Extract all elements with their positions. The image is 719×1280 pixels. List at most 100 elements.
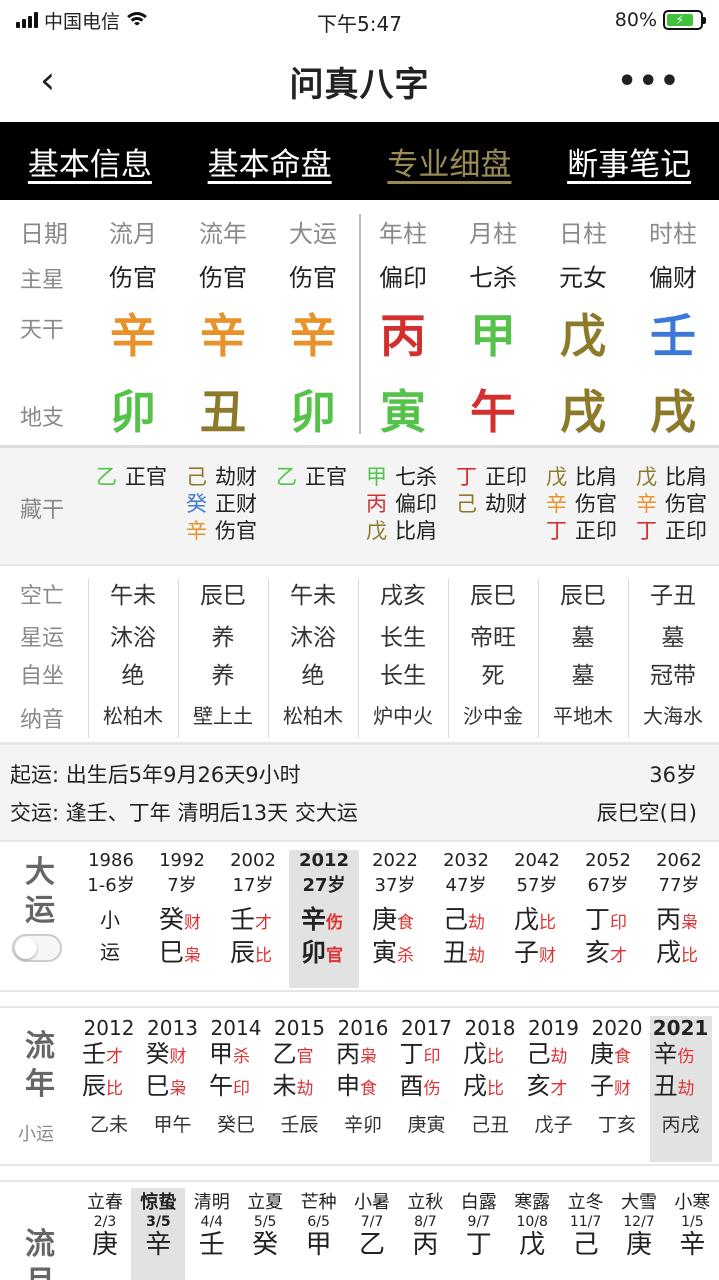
- ganzhi-line: 戊比: [463, 1040, 521, 1072]
- dayun-col-2022[interactable]: 2022 37岁 庚食 寅杀: [360, 850, 430, 988]
- liuyue-col-11[interactable]: 小寒 1/5 辛: [665, 1188, 719, 1260]
- liunian-col-2020[interactable]: 2020 庚食 子财丁亥: [586, 1016, 648, 1137]
- liuyue-col-8[interactable]: 寒露 10/8 戊: [505, 1188, 559, 1260]
- hidden-stem-char: 丙: [366, 492, 387, 516]
- liuyue-term: 白露: [460, 1192, 497, 1213]
- info-cell: 冠带: [650, 663, 696, 689]
- liunian-ganzhi: 壬才 辰比: [78, 1040, 140, 1104]
- dayun-age: 77岁: [658, 875, 700, 896]
- info-cell: 松柏木: [103, 704, 163, 728]
- xiaoyun-label: 小运: [18, 1124, 54, 1145]
- info-cell: 松柏木: [283, 704, 343, 728]
- ganzhi-stem-god: 才: [255, 913, 273, 933]
- dayun-ganzhi: 癸财 巳枭: [147, 905, 217, 971]
- hidden-stem-line: 戊比肩: [636, 464, 719, 491]
- hidden-stem-god: 劫财: [215, 465, 257, 489]
- ganzhi-stem-god: 食: [614, 1047, 631, 1067]
- more-icon[interactable]: •••: [617, 64, 681, 99]
- dayun-col-2002[interactable]: 2002 17岁 壬才 辰比: [218, 850, 288, 988]
- liunian-col-2018[interactable]: 2018 戊比 戌比 己丑: [459, 1016, 521, 1137]
- ganzhi-branch-god: 枭: [184, 946, 202, 966]
- hidden-stem-cell-1: 己劫财癸正财辛伤官: [186, 464, 276, 545]
- liuyue-col-3[interactable]: 立夏 5/5 癸: [238, 1188, 292, 1260]
- tab-basic-chart[interactable]: 基本命盘: [208, 139, 332, 184]
- header-1: 流月: [109, 220, 157, 248]
- info-cell: 平地木: [553, 704, 613, 728]
- liuyue-col-5[interactable]: 小暑 7/7 乙: [345, 1188, 399, 1260]
- info-cell: 辰巳: [470, 583, 516, 609]
- ganzhi-line: 子财: [590, 1072, 648, 1104]
- liuyue-col-2[interactable]: 清明 4/4 壬: [185, 1188, 239, 1260]
- tab-pro-chart[interactable]: 专业细盘: [387, 139, 511, 184]
- liuyue-label: 流月: [25, 1227, 55, 1280]
- dayun-age: 37岁: [374, 875, 416, 896]
- ganzhi-line: 辰比: [230, 938, 288, 971]
- liunian-col-2021[interactable]: 2021 辛伤 丑劫 丙戌: [649, 1016, 712, 1162]
- back-chevron-icon[interactable]: ‹: [40, 61, 76, 99]
- liuyue-col-1[interactable]: 惊蛰 3/5 辛: [131, 1188, 186, 1280]
- hidden-stem-god: 伤官: [215, 519, 257, 543]
- dayun-ganzhi: 庚食 寅杀: [360, 905, 430, 971]
- ganzhi-line: 庚食: [590, 1040, 648, 1072]
- ganzhi-stem: 壬: [230, 905, 256, 934]
- ganzhi-branch: 寅: [372, 938, 398, 967]
- liunian-col-2017[interactable]: 2017 丁印 酉伤 庚寅: [396, 1016, 458, 1137]
- branch-5: 戌: [560, 385, 606, 439]
- info-cell: 沐浴: [290, 625, 336, 651]
- tab-basic-info[interactable]: 基本信息: [28, 139, 152, 184]
- liuyue-date: 10/8: [516, 1214, 548, 1230]
- clock: 下午5:47: [317, 12, 402, 36]
- liuyue-col-7[interactable]: 白露 9/7 丁: [452, 1188, 506, 1260]
- liunian-col-2015[interactable]: 2015 乙官 未劫 壬辰: [269, 1016, 331, 1137]
- liuyue-date: 7/7: [360, 1214, 384, 1230]
- hidden-stem-char: 癸: [186, 492, 207, 516]
- info-cell: 墓: [571, 663, 595, 689]
- info-cell: 戌亥: [380, 583, 426, 609]
- liuyue-col-4[interactable]: 芒种 6/5 甲: [292, 1188, 346, 1260]
- hidden-stem-cell-2: 乙正官: [276, 464, 366, 491]
- dayun-col-2042[interactable]: 2042 57岁 戊比 子财: [502, 850, 572, 988]
- liuyue-col-9[interactable]: 立冬 11/7 己: [559, 1188, 613, 1260]
- liunian-col-2012[interactable]: 2012 壬才 辰比 乙未: [78, 1016, 140, 1137]
- liuyue-col-0[interactable]: 立春 2/3 庚: [78, 1188, 132, 1260]
- liuyue-stem: 癸: [252, 1230, 279, 1260]
- ganzhi-branch-god: 比: [681, 946, 699, 966]
- ganzhi-stem: 小: [100, 908, 120, 932]
- liuyue-stem: 辛: [679, 1230, 706, 1260]
- column-divider: [628, 578, 629, 738]
- liunian-col-2016[interactable]: 2016 丙枭 申食 辛卯: [332, 1016, 394, 1137]
- liuyue-col-6[interactable]: 立秋 8/7 丙: [398, 1188, 452, 1260]
- liunian-year: 2020: [591, 1016, 643, 1040]
- header-0: 日期: [20, 220, 68, 248]
- liunian-col-2013[interactable]: 2013 癸财 巳枭 甲午: [142, 1016, 204, 1137]
- column-divider: [538, 578, 539, 738]
- dayun-ganzhi: 小运: [76, 905, 146, 969]
- dayun-age: 7岁: [167, 875, 197, 896]
- liunian-col-2014[interactable]: 2014 甲杀 午印 癸巳: [205, 1016, 267, 1137]
- dayun-col-2062[interactable]: 2062 77岁 丙枭 戌比: [644, 850, 714, 988]
- dayun-toggle[interactable]: [12, 934, 62, 962]
- ganzhi-line: 辰比: [82, 1072, 140, 1104]
- liunian-xiaoyun: 丙戌: [661, 1114, 700, 1136]
- ganzhi-line: 子财: [514, 938, 572, 971]
- dayun-age: 1-6岁: [87, 875, 135, 896]
- tab-notes[interactable]: 断事笔记: [567, 139, 691, 184]
- dayun-col-1992[interactable]: 1992 7岁 癸财 巳枭: [147, 850, 217, 988]
- ganzhi-stem: 丁: [585, 905, 611, 934]
- dayun-year: 2062: [656, 850, 702, 871]
- dayun-col-1986[interactable]: 1986 1-6岁小运: [76, 850, 146, 988]
- dayun-ganzhi: 辛伤 卯官: [289, 905, 359, 971]
- liunian-xiaoyun: 丁亥: [597, 1114, 636, 1136]
- stem-2: 辛: [290, 309, 336, 363]
- liunian-ganzhi: 癸财 巳枭: [142, 1040, 204, 1104]
- dayun-col-2052[interactable]: 2052 67岁 丁印 亥才: [573, 850, 643, 988]
- liunian-ganzhi: 丙枭 申食: [332, 1040, 394, 1104]
- ganzhi-branch: 戌: [463, 1072, 487, 1100]
- liunian-col-2019[interactable]: 2019 己劫 亥才 戊子: [523, 1016, 585, 1137]
- ganzhi-line: 丁印: [585, 905, 643, 938]
- liunian-ganzhi: 乙官 未劫: [269, 1040, 331, 1104]
- liunian-label: 流年: [25, 1029, 55, 1102]
- dayun-col-2012[interactable]: 2012 27岁 辛伤 卯官: [289, 850, 359, 988]
- liuyue-col-10[interactable]: 大雪 12/7 庚: [612, 1188, 666, 1260]
- dayun-col-2032[interactable]: 2032 47岁 己劫 丑劫: [431, 850, 501, 988]
